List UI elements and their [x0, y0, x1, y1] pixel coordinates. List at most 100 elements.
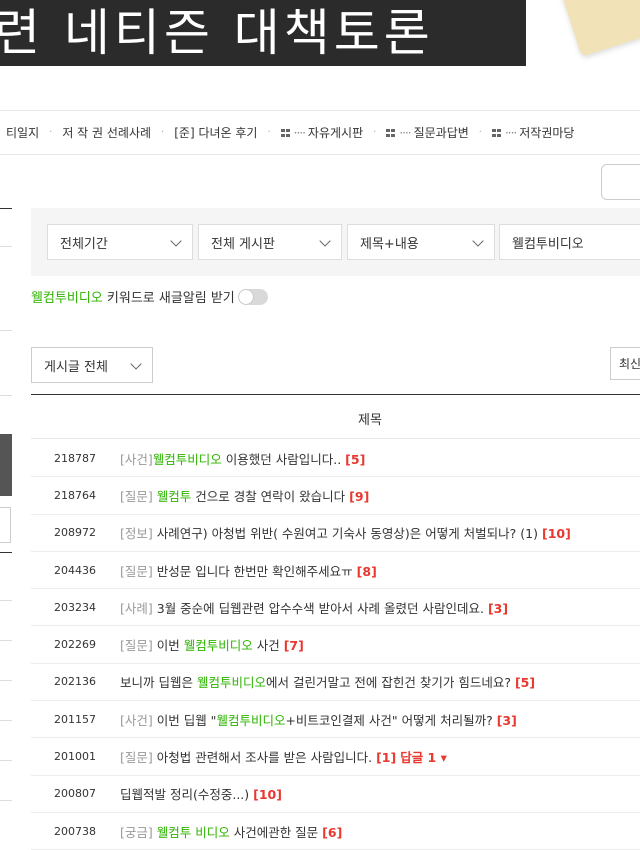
post-title-link[interactable]: [정보] 사례연구) 아청법 위반( 수원여고 기숙사 동영상)은 어떻게 처벌… [120, 523, 571, 542]
left-divider [0, 395, 12, 396]
post-number: 208972 [54, 526, 96, 540]
top-right-input[interactable] [601, 164, 640, 200]
alert-toggle[interactable] [237, 288, 268, 305]
comment-count: [10] [253, 787, 282, 803]
reply-toggle[interactable]: 답글 1 ▾ [400, 750, 447, 765]
keyword-highlight: 웰컴투 비디오 [156, 824, 230, 840]
nav-separator: · [373, 127, 377, 138]
table-row[interactable]: 201157 [사건] 이번 딥웹 "웰컴투비디오+비트코인결제 사건" 어떻게… [31, 701, 640, 739]
post-title-link[interactable]: [질문] 웰컴투 건으로 경찰 연락이 왔습니다 [9] [120, 486, 369, 505]
post-category: [사례] [120, 600, 153, 616]
post-filter-select[interactable]: 게시글 전체 [31, 347, 153, 383]
nav-label: 저 작 권 선례사례 [62, 126, 152, 140]
nav-label: [준] 다녀온 후기 [174, 126, 258, 140]
scope-select[interactable]: 제목+내용 [347, 224, 495, 260]
board-icon [491, 128, 501, 137]
alert-keyword: 웰컴투비디오 [31, 291, 103, 306]
post-number: 201001 [54, 750, 96, 764]
nav-item-4[interactable]: ···· 질문과답변 [380, 124, 474, 141]
post-category: [질문] [120, 563, 153, 579]
post-title-link[interactable]: [사건]웰컴투비디오 이용했던 사람입니다.. [5] [120, 449, 365, 468]
chevron-down-icon [472, 235, 484, 247]
post-number: 218787 [54, 451, 96, 465]
dots-icon: ···· [504, 125, 517, 140]
keyword-highlight: 웰컴투 [156, 488, 192, 504]
keyword-highlight: 웰컴투비디오 [152, 451, 222, 467]
comment-count: [6] [322, 824, 343, 840]
table-row[interactable]: 202136 보니까 딥웹은 웰컴투비디오에서 걸린거말고 전에 잡힌건 찾기가… [31, 664, 640, 702]
table-row[interactable]: 200807 딥웹적발 정리(수정중...) [10] [31, 776, 640, 813]
post-category: [질문] [120, 638, 153, 654]
comment-count: [9] [349, 488, 370, 504]
table-row[interactable]: 204436 [질문] 반성문 입니다 한번만 확인해주세요ㅠ [8] [31, 552, 640, 590]
nav-item-0[interactable]: 티일지 [0, 124, 45, 141]
left-divider [0, 246, 12, 247]
post-title-link[interactable]: [사건] 이번 딥웹 "웰컴투비디오+비트코인결제 사건" 어떻게 처리될까? … [120, 710, 517, 729]
cafe-banner: 련 네티즌 대책토론 [0, 0, 640, 68]
period-select[interactable]: 전체기간 [47, 224, 193, 260]
nav-item-2[interactable]: [준] 다녀온 후기 [168, 124, 263, 141]
table-row[interactable]: 201001 [질문] 아청법 관련해서 조사를 받은 사람입니다. [1] 답… [31, 738, 640, 776]
board-icon [280, 128, 290, 137]
nav-label: 저작권마당 [519, 126, 575, 140]
post-number: 204436 [54, 563, 96, 577]
post-category: [사건] [120, 451, 153, 467]
table-row[interactable]: 200738 [궁금] 웰컴투 비디오 사건에관한 질문 [6] [31, 813, 640, 850]
post-number: 202269 [54, 638, 96, 652]
table-row[interactable]: 218787 [사건]웰컴투비디오 이용했던 사람입니다.. [5] [31, 440, 640, 478]
title-text: 보니까 딥웹은 [120, 675, 197, 691]
nav-item-3[interactable]: ···· 자유게시판 [275, 124, 369, 141]
search-keyword: 웰컴투비디오 [512, 236, 584, 252]
title-text: 이번 [152, 638, 184, 654]
left-divider [0, 720, 12, 721]
post-title-link[interactable]: [질문] 아청법 관련해서 조사를 받은 사람입니다. [1] 답글 1 ▾ [120, 747, 447, 766]
board-value: 전체 게시판 [211, 236, 275, 252]
left-divider [0, 600, 12, 601]
nav-label: 자유게시판 [307, 126, 364, 140]
title-text: 딥웹적발 정리(수정중...) [120, 787, 250, 803]
sort-select[interactable]: 최신 [610, 347, 640, 380]
left-sidebar-block [0, 434, 12, 496]
scope-value: 제목+내용 [360, 236, 419, 252]
post-category: [질문] [120, 488, 153, 504]
table-row[interactable]: 208972 [정보] 사례연구) 아청법 위반( 수원여고 기숙사 동영상)은… [31, 515, 640, 552]
post-title-link[interactable]: [사례] 3월 중순에 딥웹관련 압수수색 받아서 사례 올렸던 사람인데요. … [120, 598, 508, 617]
post-title-link[interactable]: 딥웹적발 정리(수정중...) [10] [120, 784, 282, 803]
post-title-link[interactable]: 보니까 딥웹은 웰컴투비디오에서 걸린거말고 전에 잡힌건 찾기가 힘드네요? … [120, 672, 535, 691]
left-divider [0, 208, 12, 209]
post-title-link[interactable]: [질문] 반성문 입니다 한번만 확인해주세요ㅠ [8] [120, 561, 377, 580]
table-row[interactable]: 202269 [질문] 이번 웰컴투비디오 사건 [7] [31, 626, 640, 664]
nav-label: 질문과답변 [413, 126, 469, 140]
left-divider [0, 680, 12, 681]
nav-item-1[interactable]: 저 작 권 선례사례 [56, 124, 157, 141]
left-divider [0, 330, 12, 331]
post-title-link[interactable]: [질문] 이번 웰컴투비디오 사건 [7] [120, 635, 304, 654]
comment-count: [10] [541, 526, 571, 542]
toggle-knob [238, 289, 253, 304]
comment-count: [5] [514, 675, 536, 691]
period-value: 전체기간 [60, 236, 108, 252]
table-row[interactable]: 218764 [질문] 웰컴투 건으로 경찰 연락이 왔습니다 [9] [31, 477, 640, 515]
post-title-link[interactable]: [궁금] 웰컴투 비디오 사건에관한 질문 [6] [120, 822, 342, 841]
post-category: [사건] [120, 712, 153, 728]
nav-separator: · [49, 127, 53, 138]
title-text: 사례연구) 아청법 위반( 수원여고 기숙사 동영상)은 어떻게 처벌되나? (… [152, 526, 538, 542]
post-number: 200738 [54, 824, 96, 838]
title-text: 반성문 입니다 한번만 확인해주세요ㅠ [152, 563, 353, 579]
post-number: 203234 [54, 600, 96, 614]
keyword-highlight: 웰컴투비디오 [183, 638, 253, 654]
post-number: 201157 [54, 712, 96, 726]
board-select[interactable]: 전체 게시판 [198, 224, 342, 260]
nav-item-5[interactable]: ···· 저작권마당 [486, 124, 580, 141]
title-text: +비트코인결제 사건" 어떻게 처리될까? [285, 712, 493, 728]
keyword-alert: 웰컴투비디오 키워드로 새글알림 받기 [31, 287, 268, 306]
comment-count: [5] [345, 451, 366, 467]
nav-separator: · [478, 127, 482, 138]
post-category: [질문] [120, 750, 153, 766]
table-row[interactable]: 203234 [사례] 3월 중순에 딥웹관련 압수수색 받아서 사례 올렸던 … [31, 589, 640, 627]
comment-count: [8] [356, 563, 377, 579]
comment-count: [3] [496, 712, 517, 728]
search-input[interactable]: 웰컴투비디오 [499, 224, 640, 260]
sort-value: 최신 [619, 357, 640, 371]
nav-label: 티일지 [6, 126, 40, 140]
